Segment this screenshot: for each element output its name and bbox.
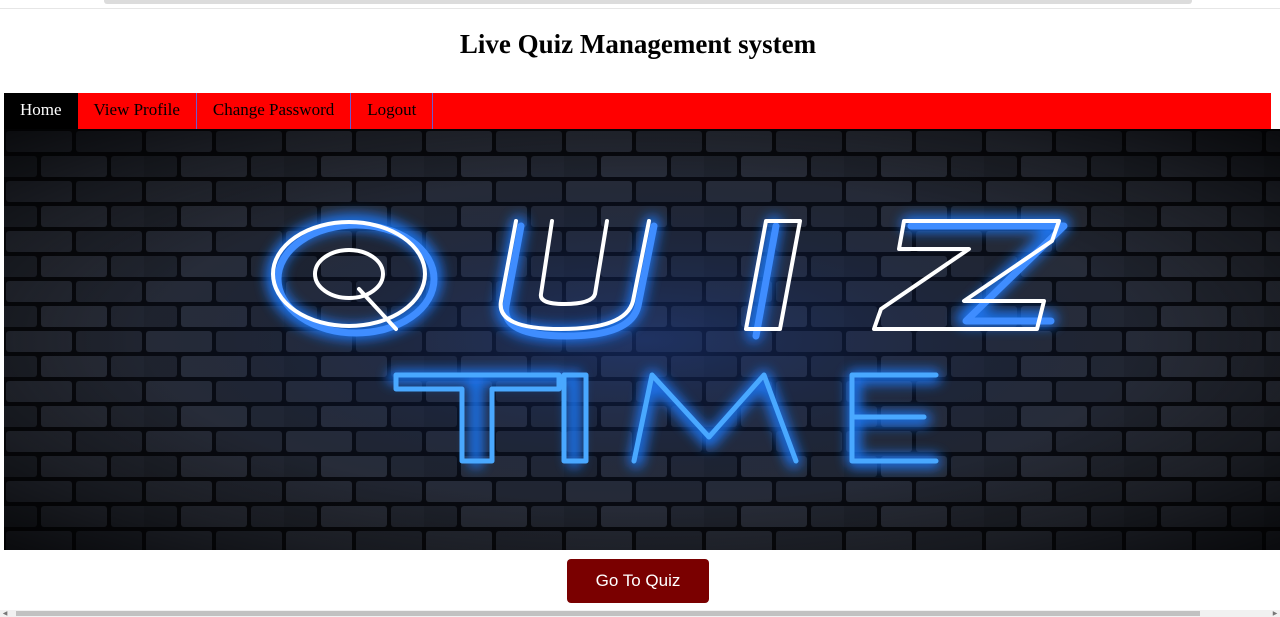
nav-item-change-password[interactable]: Change Password [197,93,352,129]
nav-item-logout[interactable]: Logout [351,93,434,129]
divider [0,8,1280,9]
quiz-time-banner [4,129,1280,550]
scroll-right-icon[interactable]: ▶ [1270,610,1280,617]
scroll-left-icon[interactable]: ◀ [0,610,10,617]
scrollbar-thumb[interactable] [16,611,1200,616]
brick-wall-neon-image [4,129,1280,550]
nav-item-home[interactable]: Home [4,93,78,129]
nav-item-view-profile[interactable]: View Profile [78,93,197,129]
go-to-quiz-button[interactable]: Go To Quiz [567,559,709,603]
page-title: Live Quiz Management system [459,29,817,59]
horizontal-scrollbar[interactable]: ◀ ▶ [0,610,1280,617]
top-scrollbar[interactable] [104,0,1192,4]
nav-bar: Home View Profile Change Password Logout [4,93,1271,129]
